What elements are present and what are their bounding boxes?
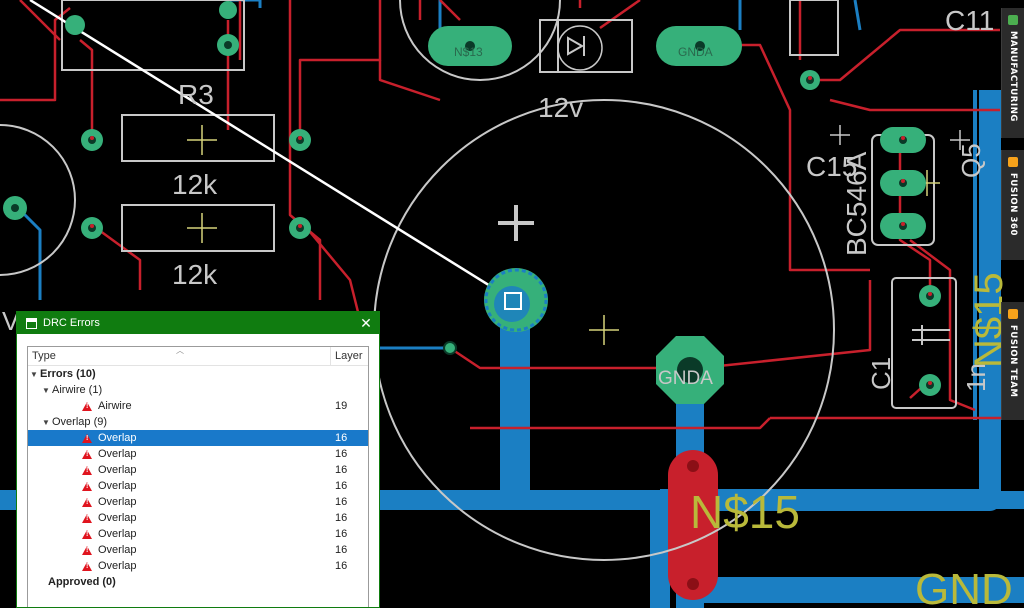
warning-icon (82, 433, 92, 443)
item-label: Overlap (98, 480, 137, 492)
item-label: Overlap (98, 448, 137, 460)
close-icon[interactable]: ✕ (353, 315, 379, 332)
item-layer: 16 (335, 528, 348, 540)
label-ns13-pad: N$13 (454, 45, 483, 59)
item-layer: 16 (335, 432, 348, 444)
item-label: Overlap (98, 432, 137, 444)
label-r-top-value: 12k (172, 169, 218, 200)
expanded-arrow-icon[interactable]: ▼ (40, 418, 52, 427)
tree-item-overlap[interactable]: Overlap 16 (28, 542, 368, 558)
tree-item-overlap[interactable]: Overlap 16 (28, 558, 368, 574)
column-header-layer[interactable]: Layer (331, 347, 363, 365)
dialog-title: DRC Errors (43, 317, 100, 329)
label-gnd: GND (915, 565, 1013, 608)
label-gnda-pad: GNDA (658, 368, 713, 389)
label-q5-value: BC546A (841, 151, 872, 256)
expanded-arrow-icon[interactable]: ▼ (40, 386, 52, 395)
tree-item-overlap[interactable]: Overlap 16 (28, 494, 368, 510)
fusion-team-tab[interactable]: FUSION TEAM (1001, 302, 1024, 420)
fusion-team-icon (1008, 309, 1018, 319)
fusion-icon (1008, 157, 1018, 167)
overlap-group-label: Overlap (9) (52, 416, 108, 428)
tree-group-overlap[interactable]: ▼ Overlap (9) (28, 414, 368, 430)
tree-item-overlap[interactable]: Overlap 16 (28, 446, 368, 462)
item-layer: 16 (335, 496, 348, 508)
airwire-group-label: Airwire (1) (52, 384, 103, 396)
fusion-360-tab-label: FUSION 360 (1008, 173, 1018, 237)
warning-icon (82, 481, 92, 491)
tree-header: Type ︿ Layer (28, 346, 368, 366)
item-label: Airwire (98, 400, 132, 412)
warning-icon (82, 561, 92, 571)
label-diode-value: 12v (538, 92, 583, 123)
item-layer: 16 (335, 448, 348, 460)
manufacturing-tab[interactable]: MANUFACTURING (1001, 8, 1024, 138)
drc-error-pad[interactable] (484, 268, 548, 332)
item-label: Overlap (98, 464, 137, 476)
drc-errors-dialog: DRC Errors ✕ Type ︿ Layer ▼ Errors (10) ▼… (16, 311, 380, 608)
warning-icon (82, 497, 92, 507)
drc-error-tree: Type ︿ Layer ▼Errors (10) ▼Airwire (1) A… (27, 346, 369, 607)
warning-icon (82, 465, 92, 475)
tree-item-airwire[interactable]: Airwire 19 (28, 398, 368, 414)
warning-icon (82, 545, 92, 555)
dialog-titlebar[interactable]: DRC Errors ✕ (17, 312, 379, 334)
tree-item-overlap-selected[interactable]: Overlap 16 (28, 430, 368, 446)
item-label: Overlap (98, 512, 137, 524)
label-r3: R3 (178, 79, 214, 110)
item-layer: 16 (335, 480, 348, 492)
sort-ascending-icon: ︿ (176, 346, 184, 355)
warning-icon (82, 401, 92, 411)
tree-item-overlap[interactable]: Overlap 16 (28, 526, 368, 542)
label-q5: Q5 (956, 143, 986, 178)
warning-icon (82, 449, 92, 459)
label-ns15: N$15 (690, 486, 800, 538)
item-label: Overlap (98, 544, 137, 556)
via[interactable] (443, 341, 457, 355)
item-layer: 16 (335, 544, 348, 556)
tree-item-overlap[interactable]: Overlap 16 (28, 462, 368, 478)
tree-group-airwire[interactable]: ▼ Airwire (1) (28, 382, 368, 398)
item-layer: 16 (335, 512, 348, 524)
manufacturing-icon (1008, 15, 1018, 25)
item-layer: 16 (335, 560, 348, 572)
item-layer: 19 (335, 400, 348, 412)
fusion-team-tab-label: FUSION TEAM (1008, 325, 1018, 398)
label-c1: C1 (866, 357, 896, 390)
item-label: Overlap (98, 560, 137, 572)
expanded-arrow-icon[interactable]: ▼ (28, 370, 40, 379)
approved-group-label: Approved (0) (48, 576, 116, 588)
fusion-360-tab[interactable]: FUSION 360 (1001, 150, 1024, 260)
tree-group-errors[interactable]: ▼ Errors (10) (28, 366, 368, 382)
warning-icon (82, 529, 92, 539)
label-gnda-diode: GNDA (678, 45, 713, 59)
tree-item-overlap[interactable]: Overlap 16 (28, 510, 368, 526)
label-r-bottom-value: 12k (172, 259, 218, 290)
errors-group-label: Errors (10) (40, 368, 96, 380)
tree-group-approved[interactable]: Approved (0) (28, 574, 368, 590)
manufacturing-tab-label: MANUFACTURING (1008, 31, 1018, 122)
label-c11: C11 (945, 5, 994, 36)
warning-icon (82, 513, 92, 523)
item-label: Overlap (98, 528, 137, 540)
item-label: Overlap (98, 496, 137, 508)
item-layer: 16 (335, 464, 348, 476)
window-icon (26, 317, 37, 329)
tree-item-overlap[interactable]: Overlap 16 (28, 478, 368, 494)
